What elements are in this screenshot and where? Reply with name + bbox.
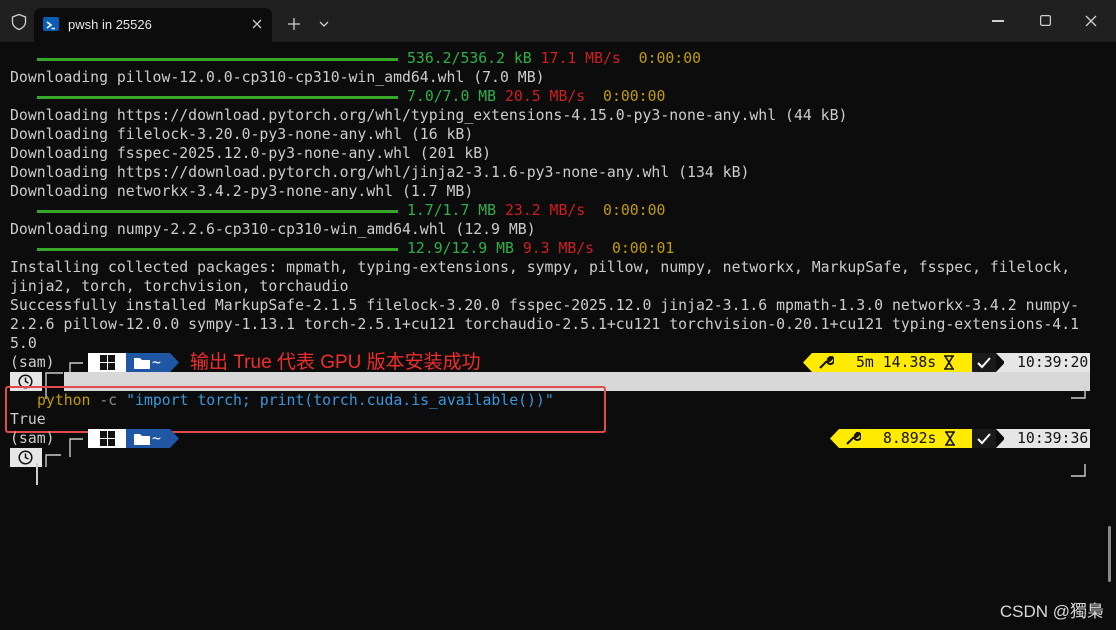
folder-icon [134,434,150,445]
prompt-env: (sam) [10,430,55,447]
output-line: Downloading filelock-3.20.0-py3-none-any… [10,126,474,143]
windows-icon [100,355,115,370]
progress-stats: 1.7/1.7 MB 23.2 MB/s 0:00:00 [407,201,665,220]
tab-title: pwsh in 25526 [68,17,152,32]
progress-eta: 0:00:00 [603,88,666,105]
os-segment [88,429,130,448]
chevron-down-icon[interactable] [318,19,330,29]
prompt-connector [69,438,83,457]
segment-arrow [170,429,179,448]
folder-icon [134,358,150,369]
output-line: jinja2, torch, torchvision, torchaudio [10,278,349,295]
clock-icon [18,450,33,465]
hourglass-icon [945,431,955,446]
windows-icon [100,431,115,446]
output-line: Successfully installed MarkupSafe-2.1.5 … [10,297,1080,314]
highlight-box [5,386,606,433]
prompt-env: (sam) [10,354,55,371]
annotation-text: 输出 True 代表 GPU 版本安装成功 [190,352,481,373]
check-icon [977,433,991,445]
progress-speed: 17.1 MB/s [540,50,621,67]
prompt-corner [1071,464,1086,477]
clock-time: 10:39:36 [1017,430,1089,447]
execution-time: 8.892s [883,430,937,447]
progress-bar [37,210,398,213]
prompt-path: ~ [152,430,161,447]
output-line: 5.0 [10,335,37,352]
output-line: 2.2.6 pillow-12.0.0 sympy-1.13.1 torch-2… [10,316,1080,333]
progress-speed: 20.5 MB/s [505,88,586,105]
prompt-corner [1071,386,1086,399]
powershell-icon [43,17,59,31]
progress-speed: 23.2 MB/s [505,202,586,219]
segment-arrow [830,429,839,448]
progress-eta: 0:00:00 [603,202,666,219]
output-line: Downloading numpy-2.2.6-cp310-cp310-win_… [10,221,536,238]
progress-stats: 12.9/12.9 MB 9.3 MB/s 0:00:01 [407,239,674,258]
clock-time-segment: 10:39:36 [1004,429,1090,448]
progress-bar [37,96,398,99]
progress-size: 1.7/1.7 MB [407,202,497,219]
progress-size: 12.9/12.9 MB [407,240,514,257]
output-line: Downloading networkx-3.4.2-py3-none-any.… [10,183,474,200]
os-segment [88,353,130,372]
title-bar: pwsh in 25526 [0,0,1116,42]
output-line: Downloading pillow-12.0.0-cp310-cp310-wi… [10,69,545,86]
path-segment: ~ [126,353,170,372]
progress-stats: 7.0/7.0 MB 20.5 MB/s 0:00:00 [407,87,665,106]
scrollbar[interactable] [1108,526,1111,582]
wrench-icon [846,431,861,445]
output-line: Installing collected packages: mpmath, t… [10,259,1071,276]
plus-icon[interactable] [287,17,301,31]
progress-eta: 0:00:00 [638,50,702,67]
progress-stats: 536.2/536.2 kB 17.1 MB/s 0:00:00 [407,49,701,68]
progress-speed: 9.3 MB/s [522,240,595,257]
wrench-icon [819,355,834,369]
progress-size: 7.0/7.0 MB [407,88,497,105]
minimize-icon[interactable] [992,20,1004,22]
output-line: Downloading https://download.pytorch.org… [10,107,848,124]
segment-arrow [170,353,179,372]
watermark: CSDN @獨梟 [999,602,1104,621]
segment-arrow [803,353,812,372]
clock-time-segment: 10:39:20 [1004,353,1090,372]
maximize-icon[interactable] [1040,15,1051,26]
close-window-icon[interactable] [1085,15,1097,27]
hourglass-icon [944,355,954,370]
output-line: Downloading fsspec-2025.12.0-py3-none-an… [10,145,492,162]
execution-time-segment: 5m 14.38s [812,353,972,372]
clock-time: 10:39:20 [1017,354,1089,371]
execution-time-segment: 8.892s [839,429,972,448]
progress-bar [37,248,398,251]
progress-eta: 0:00:01 [611,240,675,257]
terminal-body[interactable]: 536.2/536.2 kB 17.1 MB/s 0:00:00 Downloa… [0,42,1116,630]
path-segment: ~ [126,429,170,448]
progress-size: 536.2/536.2 kB [407,50,532,67]
check-icon [977,357,991,369]
prompt-connector [45,454,61,467]
tab-pwsh[interactable]: pwsh in 25526 [34,8,272,42]
shield-icon[interactable] [10,13,28,31]
execution-time: 5m 14.38s [856,354,937,371]
status-segment [972,353,996,372]
status-segment [972,429,996,448]
terminal-window: pwsh in 25526 536.2/536.2 kB 17.1 MB/s 0… [0,0,1116,630]
progress-bar [37,58,398,61]
close-icon[interactable] [250,17,264,31]
output-line: Downloading https://download.pytorch.org… [10,164,750,181]
text-cursor[interactable] [36,463,38,485]
prompt-path: ~ [152,354,161,371]
